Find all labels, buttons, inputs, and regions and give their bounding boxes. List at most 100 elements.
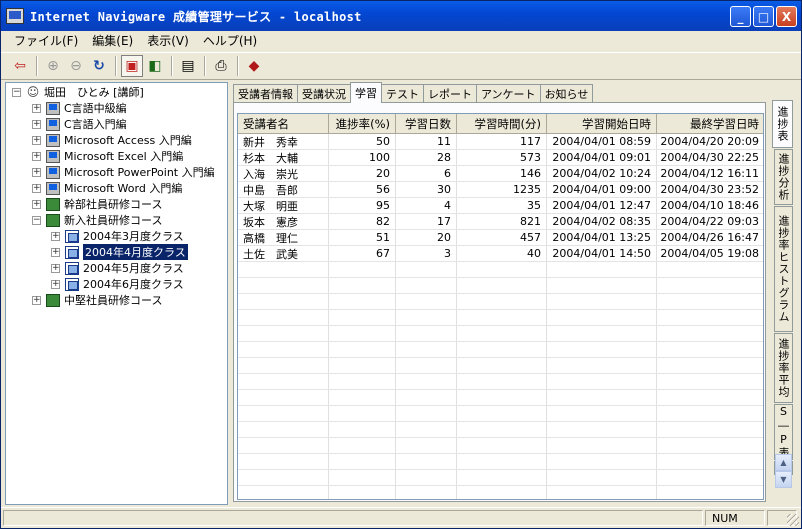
table-cell: 3 xyxy=(396,246,457,261)
resize-grip[interactable] xyxy=(787,514,799,526)
expand-icon[interactable]: + xyxy=(51,231,60,241)
expand-icon[interactable]: + xyxy=(51,279,60,289)
tree-item[interactable]: + C言語入門編 xyxy=(32,116,127,132)
table-row[interactable]: 坂本 憲彦 82 17 821 2004/04/02 08:35 2004/04/22 0… xyxy=(238,214,763,230)
expand-icon[interactable]: + xyxy=(32,103,41,113)
tree-label: C言語入門編 xyxy=(64,118,127,131)
table-cell xyxy=(329,486,396,499)
table-row[interactable]: 高橋 理仁 51 20 457 2004/04/01 13:25 2004/04/26 1… xyxy=(238,230,763,246)
table-cell xyxy=(547,438,657,453)
vtab-progress-average[interactable]: 進捗率平均 xyxy=(774,333,793,403)
table-row[interactable]: 入海 崇光 20 6 146 2004/04/02 10:24 2004/04/12 16… xyxy=(238,166,763,182)
vtab-progress-analysis[interactable]: 進捗分析 xyxy=(774,149,793,205)
tab-survey[interactable]: アンケート xyxy=(476,84,541,103)
tab-learning[interactable]: 学習 xyxy=(350,82,382,103)
tree-item[interactable]: + 2004年5月度クラス xyxy=(51,260,184,276)
minimize-button[interactable]: _ xyxy=(730,6,751,27)
table-cell: 2004/04/26 16:47 xyxy=(657,230,763,245)
course-icon xyxy=(46,117,60,131)
table-cell xyxy=(329,326,396,341)
vtab-progress-histogram[interactable]: 進捗率ヒストグラム xyxy=(774,206,793,332)
table-cell: 457 xyxy=(457,230,547,245)
expand-icon[interactable]: + xyxy=(32,295,41,305)
table-cell: 51 xyxy=(329,230,396,245)
tree-root[interactable]: − ☺ 堀田 ひとみ [講師] xyxy=(12,84,144,100)
table-cell xyxy=(238,438,329,453)
tab-attendance[interactable]: 受講状況 xyxy=(297,84,351,103)
expand-icon[interactable]: + xyxy=(32,199,41,209)
tree-item[interactable]: + Microsoft Excel 入門編 xyxy=(32,148,183,164)
table-cell xyxy=(238,454,329,469)
course-tree[interactable]: − ☺ 堀田 ひとみ [講師] + C言語中級編 + C言語入門編 + Micr… xyxy=(5,82,228,505)
view-compare-icon[interactable]: ◧ xyxy=(144,55,166,77)
tab-notice[interactable]: お知らせ xyxy=(539,84,594,103)
tree-item[interactable]: + Microsoft Word 入門編 xyxy=(32,180,182,196)
progress-table: 受講者名 進捗率(%) 学習日数 学習時間(分) 学習開始日時 最終学習日時 新… xyxy=(237,113,764,500)
refresh-icon[interactable]: ↻ xyxy=(88,55,110,77)
expand-icon[interactable]: + xyxy=(32,167,41,177)
vertical-tab-strip: 進捗表 進捗分析 進捗率ヒストグラム 進捗率平均 S―P表 ア xyxy=(772,100,794,504)
table-row[interactable]: 杉本 大輔 100 28 573 2004/04/01 09:01 2004/04/30 … xyxy=(238,150,763,166)
view-split-icon[interactable]: ▣ xyxy=(121,55,143,77)
print-icon[interactable]: ⎙ xyxy=(210,55,232,77)
tree-label: Microsoft Excel 入門編 xyxy=(64,150,184,163)
close-button[interactable]: X xyxy=(776,6,797,27)
maximize-button[interactable]: □ xyxy=(753,6,774,27)
tab-report[interactable]: レポート xyxy=(423,84,477,103)
tree-item[interactable]: − 新入社員研修コース xyxy=(32,212,162,228)
expand-icon[interactable]: + xyxy=(51,247,60,257)
expand-icon[interactable]: + xyxy=(32,183,41,193)
table-row[interactable]: 土佐 武美 67 3 40 2004/04/01 14:50 2004/04/05 19:… xyxy=(238,246,763,262)
column-header[interactable]: 学習日数 xyxy=(396,114,457,133)
vtab-sp-table[interactable]: S―P表 xyxy=(774,404,793,460)
vtab-progress-table[interactable]: 進捗表 xyxy=(772,100,793,148)
table-cell: 28 xyxy=(396,150,457,165)
table-row[interactable]: 大塚 明亜 95 4 35 2004/04/01 12:47 2004/04/10 18:… xyxy=(238,198,763,214)
zoom-in-icon[interactable]: ⊕ xyxy=(42,55,64,77)
tree-item[interactable]: + 幹部社員研修コース xyxy=(32,196,162,212)
scroll-up-icon[interactable]: ▲ xyxy=(775,454,792,471)
expand-icon[interactable]: + xyxy=(32,119,41,129)
collapse-icon[interactable]: − xyxy=(32,215,41,225)
column-header[interactable]: 進捗率(%) xyxy=(329,114,396,133)
empty-row xyxy=(238,390,763,406)
tree-item[interactable]: + Microsoft Access 入門編 xyxy=(32,132,192,148)
tree-item[interactable]: + 2004年3月度クラス xyxy=(51,228,184,244)
book-icon[interactable]: ◆ xyxy=(243,55,265,77)
expand-icon[interactable]: + xyxy=(32,135,41,145)
expand-icon[interactable]: + xyxy=(32,151,41,161)
column-header[interactable]: 受講者名 xyxy=(238,114,329,133)
tree-item[interactable]: + C言語中級編 xyxy=(32,100,127,116)
collapse-icon[interactable]: − xyxy=(12,87,21,97)
zoom-out-icon[interactable]: ⊖ xyxy=(65,55,87,77)
title-bar[interactable]: Internet Navigware 成績管理サービス - localhost … xyxy=(1,1,801,31)
vtab-scroller[interactable]: ▲ ▼ xyxy=(775,454,792,488)
table-cell xyxy=(396,326,457,341)
tree-item[interactable]: + 中堅社員研修コース xyxy=(32,292,162,308)
menu-file[interactable]: ファイル(F) xyxy=(7,32,85,49)
tree-item[interactable]: + Microsoft PowerPoint 入門編 xyxy=(32,164,215,180)
scroll-down-icon[interactable]: ▼ xyxy=(775,471,792,488)
column-header[interactable]: 学習開始日時 xyxy=(547,114,657,133)
menu-help[interactable]: ヘルプ(H) xyxy=(196,32,264,49)
table-cell xyxy=(457,278,547,293)
table-cell: 2004/04/30 22:25 xyxy=(657,150,763,165)
table-cell xyxy=(547,310,657,325)
column-header[interactable]: 最終学習日時 xyxy=(657,114,763,133)
table-cell: 新井 秀幸 xyxy=(238,134,329,149)
tree-item[interactable]: + 2004年6月度クラス xyxy=(51,276,184,292)
tree-item-selected[interactable]: + 2004年4月度クラス xyxy=(51,244,188,260)
table-row[interactable]: 中島 吾郎 56 30 1235 2004/04/01 09:00 2004/04/30 … xyxy=(238,182,763,198)
report-icon[interactable]: ▤ xyxy=(177,55,199,77)
tab-student-info[interactable]: 受講者情報 xyxy=(233,84,298,103)
table-cell xyxy=(547,278,657,293)
column-header[interactable]: 学習時間(分) xyxy=(457,114,547,133)
table-cell xyxy=(329,278,396,293)
expand-icon[interactable]: + xyxy=(51,263,60,273)
menu-view[interactable]: 表示(V) xyxy=(140,32,196,49)
table-cell: 2004/04/12 16:11 xyxy=(657,166,763,181)
tab-test[interactable]: テスト xyxy=(381,84,424,103)
table-row[interactable]: 新井 秀幸 50 11 117 2004/04/01 08:59 2004/04/20 2… xyxy=(238,134,763,150)
menu-edit[interactable]: 編集(E) xyxy=(85,32,140,49)
exit-icon[interactable]: ⇦ xyxy=(9,55,31,77)
